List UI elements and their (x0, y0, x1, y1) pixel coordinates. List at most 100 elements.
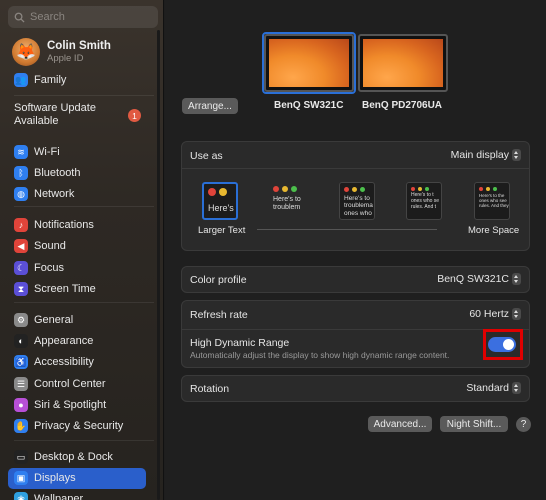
sidebar-item-label: Desktop & Dock (34, 451, 113, 463)
search-icon (14, 12, 25, 23)
sidebar-item-notifications[interactable]: ♪ Notifications (14, 216, 94, 234)
color-profile-select[interactable]: BenQ SW321C (437, 273, 521, 286)
globe-icon: ◍ (14, 187, 28, 201)
display-thumbnail-primary[interactable] (262, 32, 356, 94)
display-thumbnail-secondary[interactable] (358, 34, 448, 92)
avatar: 🦊 (12, 38, 40, 66)
use-as-select[interactable]: Main display (450, 149, 521, 162)
sidebar-item-sound[interactable]: ◀ Sound (14, 237, 66, 255)
resolution-snippet: Here's to the ones who see rules. And th… (479, 193, 509, 209)
sidebar-item-network[interactable]: ◍ Network (14, 185, 74, 203)
sidebar-item-screen-time[interactable]: ⧗ Screen Time (14, 280, 96, 298)
control-center-icon: ☰ (14, 377, 28, 391)
color-profile-label: Color profile (190, 274, 247, 286)
update-label-line1: Software Update (14, 102, 96, 114)
resolution-snippet: Here's to troublema ones who (344, 195, 373, 217)
sidebar-item-wallpaper[interactable]: ❀ Wallpaper (14, 490, 83, 500)
divider (14, 206, 154, 207)
family-icon: 👥 (14, 73, 28, 87)
sidebar-item-label: Network (34, 188, 75, 200)
sidebar-item-label: Appearance (34, 335, 94, 347)
sidebar-item-accessibility[interactable]: ♿ Accessibility (14, 353, 94, 371)
main-pane: BenQ SW321C BenQ PD2706UA Arrange... Use… (165, 0, 546, 500)
search-placeholder: Search (30, 11, 65, 23)
apple-id-profile[interactable]: 🦊 Colin Smith Apple ID (12, 38, 111, 66)
sidebar-item-control-center[interactable]: ☰ Control Center (14, 375, 106, 393)
resolution-option-2[interactable]: Here's to troublem (269, 182, 305, 220)
rotation-select[interactable]: Standard (466, 382, 521, 395)
sidebar-item-label: Bluetooth (34, 167, 81, 179)
profile-name: Colin Smith (47, 40, 111, 52)
sidebar: Search 🦊 Colin Smith Apple ID 👥 Family S… (0, 0, 164, 500)
chevron-updown-icon (512, 308, 521, 321)
sidebar-item-desktop-dock[interactable]: ▭ Desktop & Dock (14, 448, 113, 466)
gear-icon: ⚙ (14, 313, 28, 327)
moon-icon: ☾ (14, 261, 28, 275)
sidebar-item-label: Wi-Fi (34, 146, 60, 158)
divider (14, 440, 154, 441)
use-as-label: Use as (190, 150, 223, 162)
chevron-updown-icon (512, 149, 521, 162)
sidebar-item-label: Notifications (34, 219, 94, 231)
larger-text-label: Larger Text (198, 225, 246, 236)
sidebar-item-label: Control Center (34, 378, 106, 390)
sidebar-item-label: Siri & Spotlight (34, 399, 107, 411)
resolution-option-larger-text[interactable]: Here's (202, 182, 238, 220)
sidebar-item-label: General (34, 314, 74, 326)
sidebar-item-label: Displays (34, 472, 76, 484)
sidebar-item-label: Wallpaper (34, 493, 84, 500)
hourglass-icon: ⧗ (14, 282, 28, 296)
divider (14, 95, 154, 96)
sidebar-item-siri-spotlight[interactable]: ● Siri & Spotlight (14, 396, 106, 414)
use-as-value: Main display (450, 149, 509, 161)
appearance-icon: ◐ (14, 334, 28, 348)
resolution-option-4[interactable]: Here's to t ones who se rules. And t (406, 182, 442, 220)
resolution-snippet: Here's to troublem (273, 196, 301, 212)
sidebar-item-label: Sound (34, 240, 66, 252)
display-icon: ▣ (14, 471, 28, 485)
resolution-option-more-space[interactable]: Here's to the ones who see rules. And th… (474, 182, 510, 220)
hand-icon: ✋ (14, 419, 28, 433)
sidebar-item-focus[interactable]: ☾ Focus (14, 259, 64, 277)
help-button[interactable]: ? (516, 417, 531, 432)
wallpaper-icon: ❀ (14, 492, 28, 500)
bluetooth-icon: ᛒ (14, 166, 28, 180)
search-input[interactable]: Search (8, 6, 158, 28)
separator (182, 329, 529, 330)
sidebar-item-appearance[interactable]: ◐ Appearance (14, 332, 93, 350)
sidebar-item-wi-fi[interactable]: ≋ Wi-Fi (14, 143, 60, 161)
sidebar-scrollbar[interactable] (157, 30, 160, 500)
sidebar-item-bluetooth[interactable]: ᛒ Bluetooth (14, 164, 80, 182)
separator (182, 168, 529, 169)
night-shift-button[interactable]: Night Shift... (440, 416, 508, 432)
sidebar-item-label: Screen Time (34, 283, 96, 295)
advanced-button[interactable]: Advanced... (368, 416, 432, 432)
sidebar-item-general[interactable]: ⚙ General (14, 311, 73, 329)
sidebar-item-label: Privacy & Security (34, 420, 124, 432)
dock-icon: ▭ (14, 450, 28, 464)
highlight-box (483, 329, 523, 360)
update-badge: 1 (128, 109, 141, 122)
update-label-line2: Available (14, 115, 59, 127)
resolution-track (257, 229, 437, 230)
display-label-primary: BenQ SW321C (274, 100, 344, 111)
hdr-description: Automatically adjust the display to show… (190, 350, 450, 360)
wifi-icon: ≋ (14, 145, 28, 159)
color-profile-value: BenQ SW321C (437, 273, 509, 285)
resolution-option-3[interactable]: Here's to troublema ones who (339, 182, 375, 220)
sidebar-item-displays[interactable]: ▣ Displays (14, 469, 76, 487)
sidebar-item-software-update[interactable]: Software Update Available (14, 102, 96, 128)
selected-display-frame (262, 32, 356, 94)
siri-icon: ● (14, 398, 28, 412)
refresh-rate-select[interactable]: 60 Hertz (469, 308, 521, 321)
display-label-secondary: BenQ PD2706UA (362, 100, 443, 111)
refresh-rate-value: 60 Hertz (469, 308, 509, 320)
arrange-button[interactable]: Arrange... (182, 98, 238, 114)
wallpaper-preview (363, 39, 443, 87)
sidebar-item-family[interactable]: 👥 Family (14, 71, 66, 89)
rotation-value: Standard (466, 382, 509, 394)
profile-subtitle: Apple ID (47, 53, 84, 64)
more-space-label: More Space (468, 225, 520, 236)
sidebar-item-privacy-security[interactable]: ✋ Privacy & Security (14, 417, 123, 435)
rotation-label: Rotation (190, 383, 230, 395)
